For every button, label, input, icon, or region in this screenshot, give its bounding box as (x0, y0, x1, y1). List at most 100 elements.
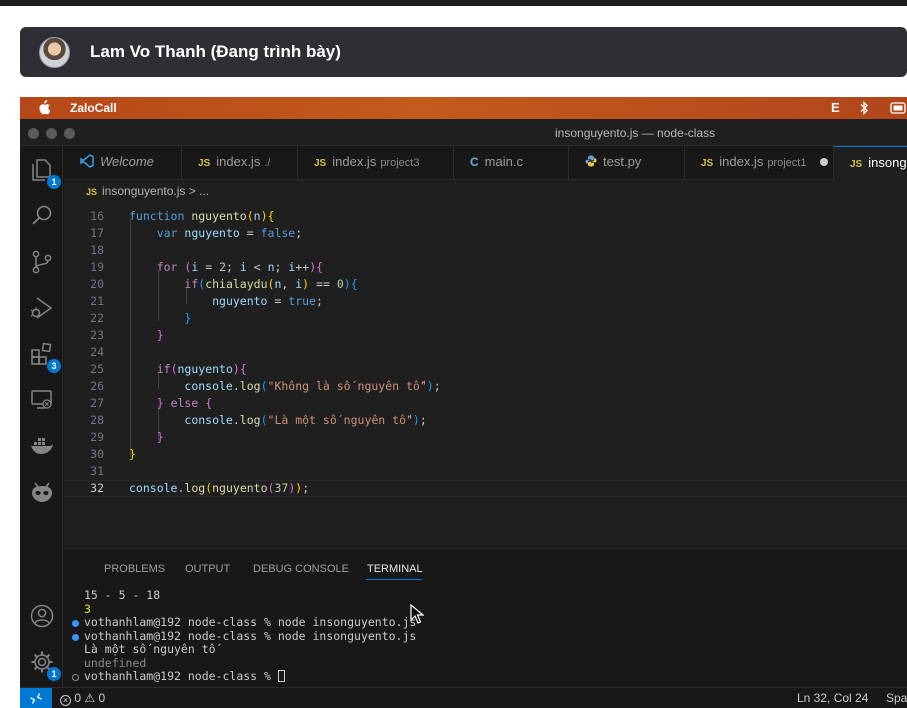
account-icon (30, 604, 54, 628)
explorer-button[interactable]: 1 (29, 157, 61, 189)
input-source-indicator[interactable]: E (831, 100, 840, 115)
remote-explorer-button[interactable] (29, 387, 55, 413)
line-number: 23 (90, 328, 104, 342)
run-debug-icon (30, 297, 53, 319)
tab-welcome[interactable]: Welcome (64, 146, 182, 180)
code-text: } (184, 311, 192, 325)
tab-debug-console[interactable]: DEBUG CONSOLE (253, 563, 349, 575)
docker-button[interactable] (29, 433, 55, 459)
line-number: 19 (90, 260, 104, 274)
remote-indicator-button[interactable] (20, 688, 52, 708)
cursor-position[interactable]: Ln 32, Col 24 (797, 691, 868, 705)
line-number: 16 (90, 209, 104, 223)
tab-label: Welcome (100, 154, 154, 169)
code-line[interactable]: 19 for (i = 2; i < n; i++){ (64, 259, 907, 276)
window-titlebar: insonguyento.js — node-class (20, 119, 907, 146)
indentation-setting[interactable]: Spa (886, 691, 907, 705)
zoom-window-button[interactable] (64, 128, 75, 139)
code-line[interactable]: 20 if(chialaydu(n, i) == 0){ (64, 276, 907, 293)
code-line[interactable]: 22 } (64, 310, 907, 327)
terminal-prompt[interactable]: vothanhlam@192 node-class % (84, 669, 285, 684)
code-text: } (156, 430, 164, 444)
bluetooth-icon[interactable] (859, 101, 869, 115)
tab-terminal[interactable]: TERMINAL (367, 563, 423, 575)
code-editor[interactable]: 16 function nguyento(n){ 17 var nguyento =… (64, 202, 907, 548)
line-number: 22 (90, 311, 104, 325)
tab-label: main.c (484, 154, 523, 169)
code-text: nguyento = true; (212, 294, 323, 308)
run-debug-button[interactable] (29, 295, 55, 321)
code-text: console.log("Không là số nguyên tố"); (184, 379, 441, 393)
apple-icon[interactable] (37, 100, 51, 115)
code-line[interactable]: 31 (64, 463, 907, 480)
close-window-button[interactable] (28, 128, 39, 139)
status-bar: × 0 ⚠ 0 Ln 32, Col 24 Spa (20, 687, 907, 708)
tab-label: insonguyento.js (868, 155, 907, 170)
platformio-button[interactable] (29, 479, 55, 505)
code-text: } else { (156, 396, 213, 410)
vscode-icon (80, 154, 94, 168)
editor-tabs: Welcome JS index.js ./ JS index.js project3 … (64, 146, 907, 180)
source-control-icon (32, 250, 52, 274)
code-text: console.log("Là một số nguyên tố"); (184, 413, 427, 427)
code-line[interactable]: 23 } (64, 327, 907, 344)
command-status-icon[interactable] (72, 633, 79, 641)
top-strip (0, 0, 907, 6)
breadcrumb-rest[interactable]: > ... (189, 184, 209, 198)
tab-test-py[interactable]: test.py (569, 146, 685, 180)
code-line[interactable]: 16 function nguyento(n){ (64, 208, 907, 225)
line-number: 32 (90, 481, 104, 495)
code-line[interactable]: 25 if(nguyento){ (64, 361, 907, 378)
settings-badge: 1 (47, 667, 61, 681)
manage-button[interactable]: 1 (29, 649, 61, 681)
active-tab-indicator (366, 579, 422, 580)
extensions-button[interactable]: 3 (29, 341, 61, 373)
activity-bar: 1 3 1 (20, 146, 63, 687)
code-line[interactable]: 28 console.log("Là một số nguyên tố"); (64, 412, 907, 429)
line-number: 26 (90, 379, 104, 393)
battery-icon[interactable] (890, 102, 906, 114)
breadcrumb-file[interactable]: insonguyento.js (102, 184, 185, 198)
tab-output[interactable]: OUTPUT (185, 563, 230, 575)
code-line[interactable]: 29 } (64, 429, 907, 446)
tab-insonguyento[interactable]: JS insonguyento.js (834, 146, 907, 180)
line-number: 20 (90, 277, 104, 291)
breadcrumb: JS insonguyento.js > ... (64, 180, 907, 202)
line-number: 18 (90, 243, 104, 257)
app-name[interactable]: ZaloCall (70, 101, 117, 115)
minimize-window-button[interactable] (46, 128, 57, 139)
terminal-line: vothanhlam@192 node-class % node insongu… (84, 615, 417, 629)
command-status-icon[interactable] (72, 620, 79, 627)
tab-index-project3[interactable]: JS index.js project3 (298, 146, 454, 180)
terminal-line: undefined (84, 655, 147, 670)
tab-index-root[interactable]: JS index.js ./ (182, 146, 298, 180)
tab-problems[interactable]: PROBLEMS (104, 563, 165, 575)
unsaved-dot-icon[interactable] (820, 158, 829, 166)
accounts-button[interactable] (29, 603, 55, 629)
javascript-file-icon: JS (701, 158, 714, 169)
command-status-icon[interactable] (72, 674, 79, 681)
line-number: 25 (90, 362, 104, 376)
tab-index-project1[interactable]: JS index.js project1 (685, 146, 834, 180)
code-line[interactable]: 24 (64, 344, 907, 361)
code-line[interactable]: 18 (64, 242, 907, 259)
line-number: 28 (90, 413, 104, 427)
code-line[interactable]: 30} (64, 446, 907, 463)
terminal-cursor (277, 670, 285, 682)
code-line[interactable]: 26 console.log("Không là số nguyên tố"); (64, 378, 907, 395)
code-line[interactable]: 17 var nguyento = false; (64, 225, 907, 242)
code-line[interactable]: 27 } else { (64, 395, 907, 412)
search-button[interactable] (29, 203, 55, 229)
source-control-button[interactable] (29, 249, 55, 275)
c-file-icon: C (470, 155, 479, 169)
warning-icon: ⚠ (84, 691, 96, 705)
terminal-line: vothanhlam@192 node-class % (84, 669, 278, 683)
line-number: 31 (90, 464, 104, 478)
code-line[interactable]: 32 console.log(nguyento(37)); (64, 480, 907, 497)
code-line[interactable]: 21 nguyento = true; (64, 293, 907, 310)
problems-summary[interactable]: × 0 ⚠ 0 (60, 691, 105, 706)
code-text: function nguyento(n){ (129, 209, 275, 223)
line-number: 30 (90, 447, 104, 461)
bottom-panel: PROBLEMS OUTPUT DEBUG CONSOLE TERMINAL 1… (64, 548, 907, 687)
tab-main-c[interactable]: Cmain.c (454, 146, 569, 180)
